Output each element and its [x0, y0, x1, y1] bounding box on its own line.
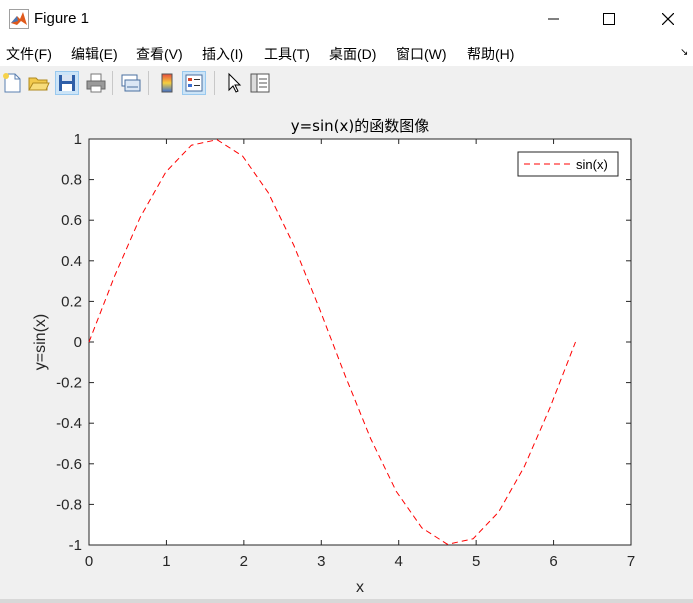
link-plot-icon	[121, 74, 141, 92]
y-tick-label: 0.4	[61, 253, 82, 270]
y-tick-label: -1	[69, 537, 82, 554]
legend-label: sin(x)	[576, 157, 608, 172]
toolbar-separator	[148, 71, 149, 95]
x-tick-label: 0	[85, 553, 93, 570]
y-tick-label: 0.6	[61, 212, 82, 229]
y-tick-label: 0.2	[61, 293, 82, 310]
colorbar-icon	[161, 73, 173, 93]
property-inspector-icon	[250, 73, 270, 93]
toolbar-separator	[214, 71, 215, 95]
menu-desktop[interactable]: 桌面(D)	[329, 44, 376, 64]
menu-help[interactable]: 帮助(H)	[467, 44, 514, 64]
y-tick-label: -0.8	[56, 496, 82, 513]
property-inspector-button[interactable]	[248, 71, 272, 95]
x-axis-label: x	[356, 579, 364, 596]
figure-toolbar	[0, 66, 693, 101]
figure-canvas[interactable]: 0 1 2 3 4 5 6 7 -1 -0.8 -0.6 -0.4 -0.2 0 0.2 0.4 0.6 0.8 1…	[0, 100, 693, 603]
y-tick-label: 0.8	[61, 172, 82, 189]
legend-icon	[185, 74, 203, 92]
save-icon	[59, 75, 75, 91]
pointer-icon	[228, 72, 242, 93]
minimize-icon	[548, 18, 559, 20]
save-button[interactable]	[55, 71, 79, 95]
minimize-button[interactable]	[531, 0, 577, 38]
y-axis-label: y=sin(x)	[32, 314, 49, 370]
new-figure-button[interactable]	[0, 71, 24, 95]
new-figure-icon	[3, 73, 21, 93]
print-icon	[86, 73, 106, 93]
menu-view[interactable]: 查看(V)	[136, 44, 183, 64]
x-tick-label: 6	[549, 553, 557, 570]
open-file-icon	[28, 77, 50, 91]
x-tick-label: 3	[317, 553, 325, 570]
plot-area[interactable]	[89, 139, 631, 545]
close-button[interactable]	[645, 0, 691, 38]
window-title: Figure 1	[34, 10, 90, 27]
menu-bar: 文件(F) 编辑(E) 查看(V) 插入(I) 工具(T) 桌面(D) 窗口(W…	[0, 38, 693, 66]
print-button[interactable]	[84, 71, 108, 95]
x-tick-label: 1	[162, 553, 170, 570]
y-tick-label: -0.6	[56, 456, 82, 473]
open-file-button[interactable]	[27, 71, 51, 95]
colorbar-button[interactable]	[155, 71, 179, 95]
menu-tools[interactable]: 工具(T)	[264, 44, 310, 64]
menu-edit[interactable]: 编辑(E)	[71, 44, 118, 64]
menu-insert[interactable]: 插入(I)	[202, 44, 243, 64]
y-tick-label: 0	[74, 334, 82, 351]
menu-window[interactable]: 窗口(W)	[396, 44, 447, 64]
matlab-icon	[9, 9, 29, 29]
x-tick-label: 4	[395, 553, 403, 570]
x-tick-label: 7	[627, 553, 635, 570]
y-tick-label: -0.2	[56, 375, 82, 392]
x-tick-label: 5	[472, 553, 480, 570]
maximize-button[interactable]	[586, 0, 632, 38]
pointer-button[interactable]	[221, 71, 245, 95]
window-bottom-edge	[0, 599, 693, 603]
close-icon	[662, 13, 674, 25]
menu-file[interactable]: 文件(F)	[6, 44, 52, 64]
chart-title: y=sin(x)的函数图像	[291, 117, 430, 135]
x-tick-label: 2	[240, 553, 248, 570]
sine-plot[interactable]: 0 1 2 3 4 5 6 7 -1 -0.8 -0.6 -0.4 -0.2 0 0.2 0.4 0.6 0.8 1…	[0, 100, 693, 599]
legend-button[interactable]	[182, 71, 206, 95]
link-plot-button[interactable]	[119, 71, 143, 95]
y-tick-label: -0.4	[56, 415, 82, 432]
y-tick-label: 1	[74, 131, 82, 148]
toolbar-separator	[112, 71, 113, 95]
window-titlebar: Figure 1	[0, 0, 693, 38]
menu-overflow-icon[interactable]: ↘	[680, 47, 688, 58]
maximize-icon	[603, 13, 615, 25]
